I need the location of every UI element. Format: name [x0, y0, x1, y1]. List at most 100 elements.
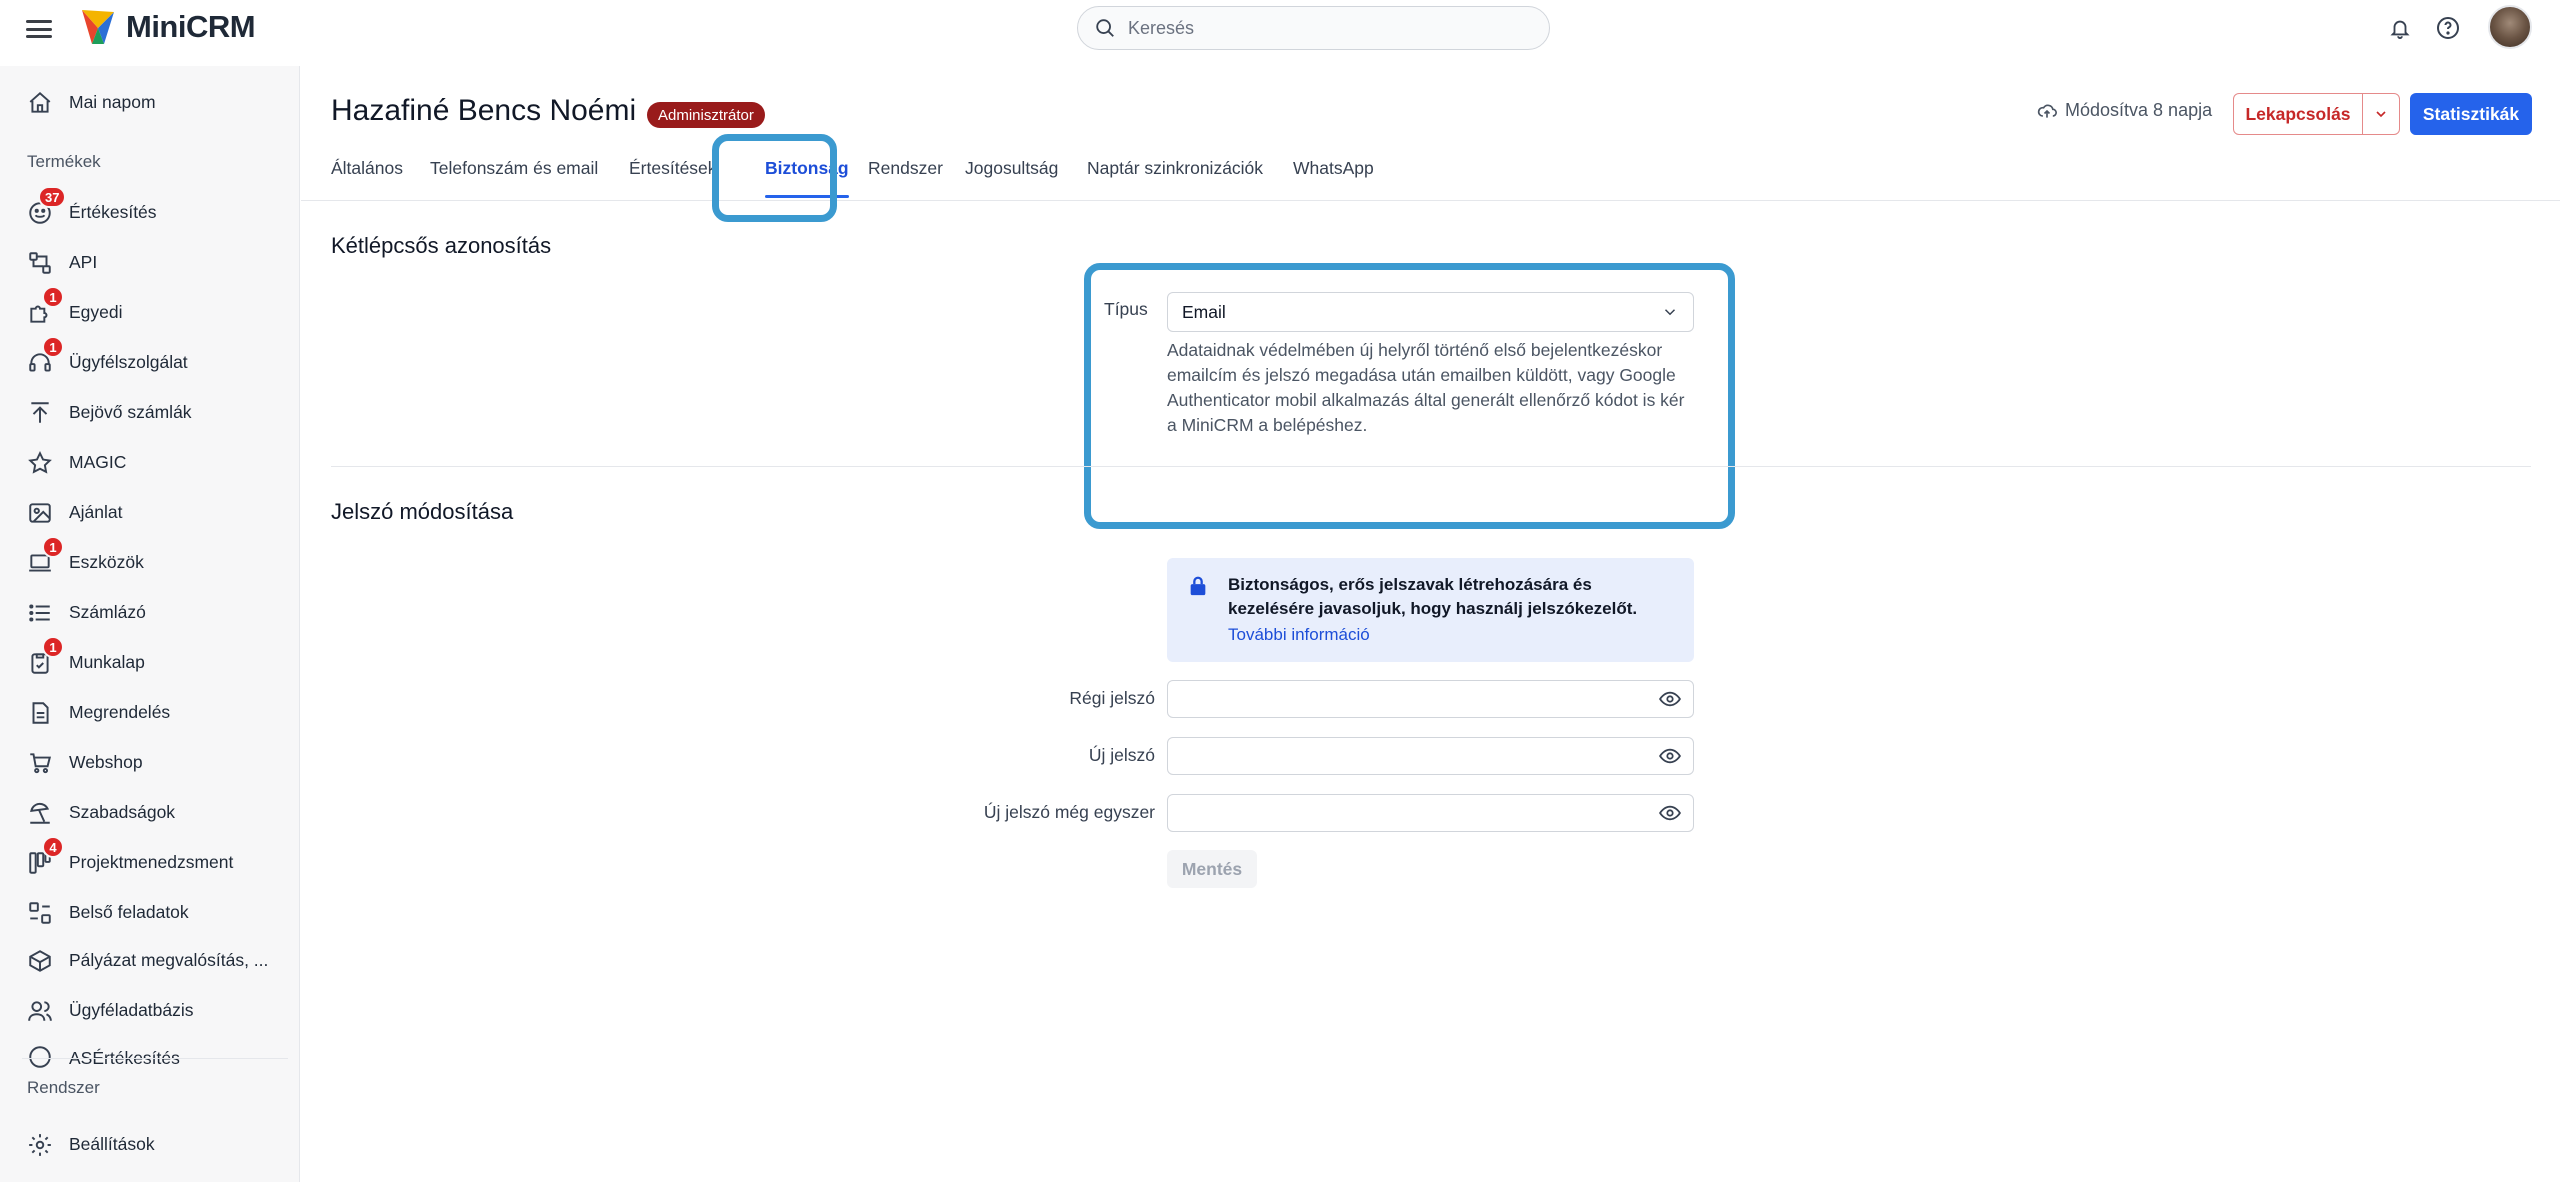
image-icon — [29, 503, 51, 523]
tab-ertesitesek[interactable]: Értesítések — [629, 158, 717, 198]
sidebar-section-products: Termékek — [27, 152, 101, 171]
save-button[interactable]: Mentés — [1167, 850, 1257, 888]
sidebar-item-eszkozok[interactable]: 1 Eszközök — [0, 536, 300, 584]
api-icon — [29, 252, 51, 274]
sidebar-item-magic[interactable]: MAGIC — [0, 440, 300, 484]
page-title: Hazafiné Bencs Noémi — [331, 94, 637, 127]
sidebar-item-ertekesites[interactable]: 37 Értékesítés — [0, 186, 300, 234]
notification-badge: 1 — [42, 336, 64, 358]
box-icon — [29, 950, 51, 972]
notification-badge: 1 — [42, 536, 64, 558]
chevron-down-icon — [1664, 309, 1676, 316]
logo-text: MiniCRM — [126, 9, 256, 44]
gear-icon — [29, 1134, 51, 1156]
logo[interactable]: MiniCRM — [78, 6, 256, 48]
statistics-button[interactable]: Statisztikák — [2410, 93, 2532, 135]
sidebar-item-label: Számlázó — [69, 601, 146, 622]
repeat-password-label: Új jelszó még egyszer — [983, 802, 1155, 822]
sidebar-item-munkalap[interactable]: 1 Munkalap — [0, 636, 300, 684]
sidebar-item-label: Projektmenedzsment — [69, 851, 234, 872]
sidebar-item-label: Webshop — [69, 751, 143, 772]
type-select[interactable]: Email — [1167, 292, 1694, 332]
sidebar-item-bejovo-szamlak[interactable]: Bejövő számlák — [0, 390, 300, 434]
old-password-label: Régi jelszó — [1069, 688, 1155, 708]
more-info-link[interactable]: További információ — [1228, 625, 1370, 645]
sidebar-item-label: Megrendelés — [69, 701, 171, 722]
modified-text: Módosítva 8 napja — [2065, 100, 2213, 120]
eye-icon[interactable] — [1659, 690, 1681, 708]
sidebar-item-webshop[interactable]: Webshop — [0, 740, 300, 784]
star-icon — [28, 451, 52, 474]
sidebar-item-beallitasok[interactable]: Beállítások — [0, 1122, 300, 1166]
tab-whatsapp[interactable]: WhatsApp — [1293, 158, 1374, 198]
sidebar-item-as-ertekesites[interactable]: ASÉrtékesítés — [0, 1034, 300, 1068]
sidebar-item-ugyfeladatbazis[interactable]: Ügyféladatbázis — [0, 988, 300, 1032]
upload-arrow-icon — [31, 402, 49, 423]
old-password-field[interactable] — [1167, 680, 1694, 718]
avatar[interactable] — [2488, 5, 2532, 49]
eye-icon[interactable] — [1659, 747, 1681, 765]
sidebar-item-szabadsagok[interactable]: Szabadságok — [0, 790, 300, 834]
users-icon — [28, 1001, 52, 1021]
search-input[interactable] — [1128, 17, 1508, 39]
sidebar-item-ajanlat[interactable]: Ajánlat — [0, 490, 300, 534]
new-password-input[interactable] — [1178, 744, 1638, 768]
modified-info: Módosítva 8 napja — [2037, 100, 2212, 121]
notification-badge: 1 — [42, 636, 64, 658]
sidebar-item-label: Pályázat megvalósítás, ... — [69, 949, 269, 970]
sidebar-item-label: Értékesítés — [69, 201, 157, 222]
document-icon — [32, 702, 49, 724]
sidebar-item-label: Szabadságok — [69, 801, 176, 822]
sidebar-item-label: API — [69, 251, 98, 272]
tab-naptar-szinkronizaciok[interactable]: Naptár szinkronizációk — [1087, 158, 1263, 198]
tab-jogosultsag[interactable]: Jogosultság — [965, 158, 1058, 198]
sidebar-item-belso-feladatok[interactable]: Belső feladatok — [0, 890, 300, 934]
eye-icon[interactable] — [1659, 804, 1681, 822]
search-bar[interactable] — [1077, 6, 1550, 50]
unlink-button[interactable]: Lekapcsolás — [2233, 93, 2363, 135]
sidebar-item-egyedi[interactable]: 1 Egyedi — [0, 286, 300, 334]
sidebar-item-label: Eszközök — [69, 551, 144, 572]
role-badge: Adminisztrátor — [647, 102, 765, 128]
repeat-password-field[interactable] — [1167, 794, 1694, 832]
sidebar-item-label: Bejövő számlák — [69, 401, 192, 422]
notification-badge: 1 — [42, 286, 64, 308]
home-icon — [29, 91, 51, 113]
password-info-text: Biztonságos, erős jelszavak létrehozásár… — [1228, 575, 1638, 618]
two-factor-title: Kétlépcsős azonosítás — [331, 233, 552, 258]
notification-badge: 4 — [42, 836, 64, 858]
sidebar-divider — [22, 1058, 288, 1059]
sidebar: Mai napom Termékek 37 Értékesítés API 1 … — [0, 66, 300, 1182]
new-password-label: Új jelszó — [1088, 745, 1155, 765]
tab-altalanos[interactable]: Általános — [331, 158, 403, 198]
section-divider — [331, 466, 2531, 467]
menu-icon[interactable] — [26, 17, 52, 41]
sidebar-item-api[interactable]: API — [0, 240, 300, 284]
sidebar-item-label: Egyedi — [69, 301, 123, 322]
old-password-input[interactable] — [1178, 687, 1638, 711]
sidebar-item-label: Ügyféladatbázis — [69, 999, 194, 1020]
sidebar-item-megrendeles[interactable]: Megrendelés — [0, 690, 300, 734]
new-password-field[interactable] — [1167, 737, 1694, 775]
repeat-password-input[interactable] — [1178, 801, 1638, 825]
chevron-down-icon — [2376, 111, 2386, 118]
sidebar-item-label: Beállítások — [69, 1133, 155, 1154]
sidebar-item-projektmenedzsment[interactable]: 4 Projektmenedzsment — [0, 836, 300, 884]
bell-icon[interactable] — [2384, 12, 2416, 44]
sidebar-item-szamlazo[interactable]: Számlázó — [0, 590, 300, 634]
lock-icon — [1190, 576, 1206, 596]
main-content: Hazafiné Bencs Noémi Adminisztrátor Módo… — [301, 66, 2560, 1182]
sidebar-item-ugyfelszolgalat[interactable]: 1 Ügyfélszolgálat — [0, 336, 300, 384]
sidebar-item-label: Ügyfélszolgálat — [69, 351, 188, 372]
sidebar-item-palyazat[interactable]: Pályázat megvalósítás, ... — [0, 938, 300, 982]
help-icon[interactable] — [2432, 12, 2464, 44]
password-info-box: Biztonságos, erős jelszavak létrehozásár… — [1167, 558, 1694, 662]
tab-telefonszam-email[interactable]: Telefonszám és email — [430, 158, 598, 198]
list-icon — [29, 604, 50, 622]
sales-icon — [29, 1046, 51, 1068]
tab-rendszer[interactable]: Rendszer — [868, 158, 943, 198]
sidebar-item-mai-napom[interactable]: Mai napom — [0, 80, 300, 124]
unlink-dropdown-button[interactable] — [2362, 93, 2400, 135]
cloud-upload-icon — [2037, 104, 2057, 118]
sidebar-item-label: MAGIC — [69, 451, 127, 472]
